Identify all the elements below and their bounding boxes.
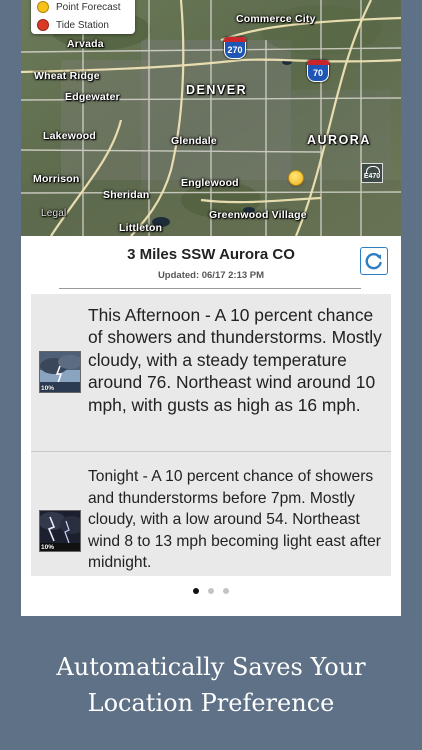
legend-label: Point Forecast (56, 1, 121, 13)
map-label-denver: DENVER (186, 83, 248, 97)
map-label-aurora: AURORA (307, 133, 371, 147)
legend-tide-station[interactable]: Tide Station (37, 18, 109, 32)
precip-chance: 10% (41, 385, 55, 392)
forecast-header: 3 Miles SSW Aurora CO Updated: 06/17 2:1… (21, 236, 401, 294)
map-label-littleton: Littleton (119, 222, 163, 234)
map-label-lakewood: Lakewood (43, 130, 96, 142)
map-label-glendale: Glendale (171, 135, 217, 147)
legend-point-forecast[interactable]: Point Forecast (37, 0, 120, 14)
point-forecast-pin-icon[interactable] (289, 171, 303, 185)
page-dot[interactable] (208, 588, 214, 594)
location-title: 3 Miles SSW Aurora CO (127, 246, 295, 263)
forecast-period[interactable]: 10% This Afternoon - A 10 percent chance… (31, 294, 391, 452)
map-label-englewood: Englewood (181, 177, 239, 189)
caption-line-2: Location Preference (87, 689, 335, 717)
map-legend: Point Forecast Tide Station (31, 0, 135, 34)
satellite-map (21, 0, 401, 236)
header-divider (59, 288, 361, 289)
page-dot[interactable] (193, 588, 199, 594)
forecast-period[interactable]: 10% Tonight - A 10 percent chance of sho… (31, 452, 391, 576)
updated-timestamp: Updated: 06/17 2:13 PM (157, 270, 265, 281)
interstate-270-shield-icon: 270 (224, 37, 246, 59)
map-view[interactable]: Point Forecast Tide Station Arvada Comme… (21, 0, 401, 236)
forecast-text: This Afternoon - A 10 percent chance of … (88, 305, 382, 415)
map-legal-link[interactable]: Legal (41, 208, 66, 219)
forecast-text: Tonight - A 10 percent chance of showers… (88, 468, 381, 571)
map-label-arvada: Arvada (67, 38, 104, 50)
app-screen: Point Forecast Tide Station Arvada Comme… (21, 0, 401, 616)
map-label-morrison: Morrison (33, 173, 80, 185)
promo-caption: Automatically Saves Your Location Prefer… (0, 649, 422, 721)
thunderstorm-day-icon: 10% (39, 351, 81, 393)
map-label-edgewater: Edgewater (65, 91, 120, 103)
page-indicator[interactable] (21, 588, 401, 594)
map-label-commerce-city: Commerce City (236, 13, 316, 25)
toll-road-e470-icon: E470 (361, 163, 383, 183)
thunderstorm-night-icon: 10% (39, 510, 81, 552)
map-label-wheat-ridge: Wheat Ridge (34, 70, 100, 82)
page-dot[interactable] (223, 588, 229, 594)
precip-chance: 10% (41, 544, 55, 551)
refresh-icon (365, 252, 382, 270)
tide-station-marker-icon (37, 19, 49, 31)
interstate-70-shield-icon: 70 (307, 60, 329, 82)
map-label-sheridan: Sheridan (103, 189, 150, 201)
caption-line-1: Automatically Saves Your (56, 653, 366, 681)
point-forecast-marker-icon (37, 1, 49, 13)
legend-label: Tide Station (56, 19, 109, 31)
map-label-greenwood-village: Greenwood Village (209, 209, 307, 221)
refresh-button[interactable] (360, 247, 388, 275)
forecast-list[interactable]: 10% This Afternoon - A 10 percent chance… (31, 294, 391, 576)
